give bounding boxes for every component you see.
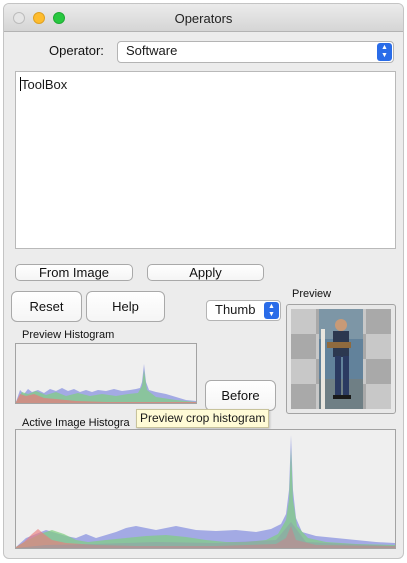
preview-thumbnail	[286, 304, 396, 414]
from-image-button[interactable]: From Image	[15, 264, 133, 281]
thumb-select[interactable]: Thumb ▲ ▼	[206, 300, 281, 321]
preview-label: Preview	[292, 288, 332, 300]
help-button[interactable]: Help	[86, 291, 165, 322]
preview-image	[319, 309, 363, 409]
chevron-updown-icon: ▲ ▼	[377, 43, 392, 61]
operator-script-text: ToolBox	[21, 77, 68, 92]
apply-button[interactable]: Apply	[147, 264, 264, 281]
thumb-select-value: Thumb	[215, 302, 256, 317]
preview-histogram-label: Preview Histogram	[22, 329, 115, 341]
reset-button[interactable]: Reset	[11, 291, 82, 322]
chevron-updown-icon: ▲ ▼	[264, 302, 279, 319]
preview-histogram	[15, 343, 197, 404]
active-image-histogram-label: Active Image Histogra	[22, 417, 130, 429]
operators-window: Operators Operator: Software ▲ ▼ ToolBox …	[3, 3, 404, 559]
window-title: Operators	[174, 11, 233, 26]
transparency-checkerboard	[291, 309, 391, 409]
operator-label: Operator:	[49, 43, 104, 58]
operator-select[interactable]: Software ▲ ▼	[117, 41, 394, 63]
operator-select-value: Software	[126, 43, 178, 58]
before-button[interactable]: Before	[205, 380, 276, 411]
title-bar: Operators	[4, 4, 403, 32]
active-image-histogram	[15, 429, 396, 549]
operator-script-editor[interactable]: ToolBox	[15, 71, 396, 249]
histogram-tooltip: Preview crop histogram	[136, 409, 270, 428]
